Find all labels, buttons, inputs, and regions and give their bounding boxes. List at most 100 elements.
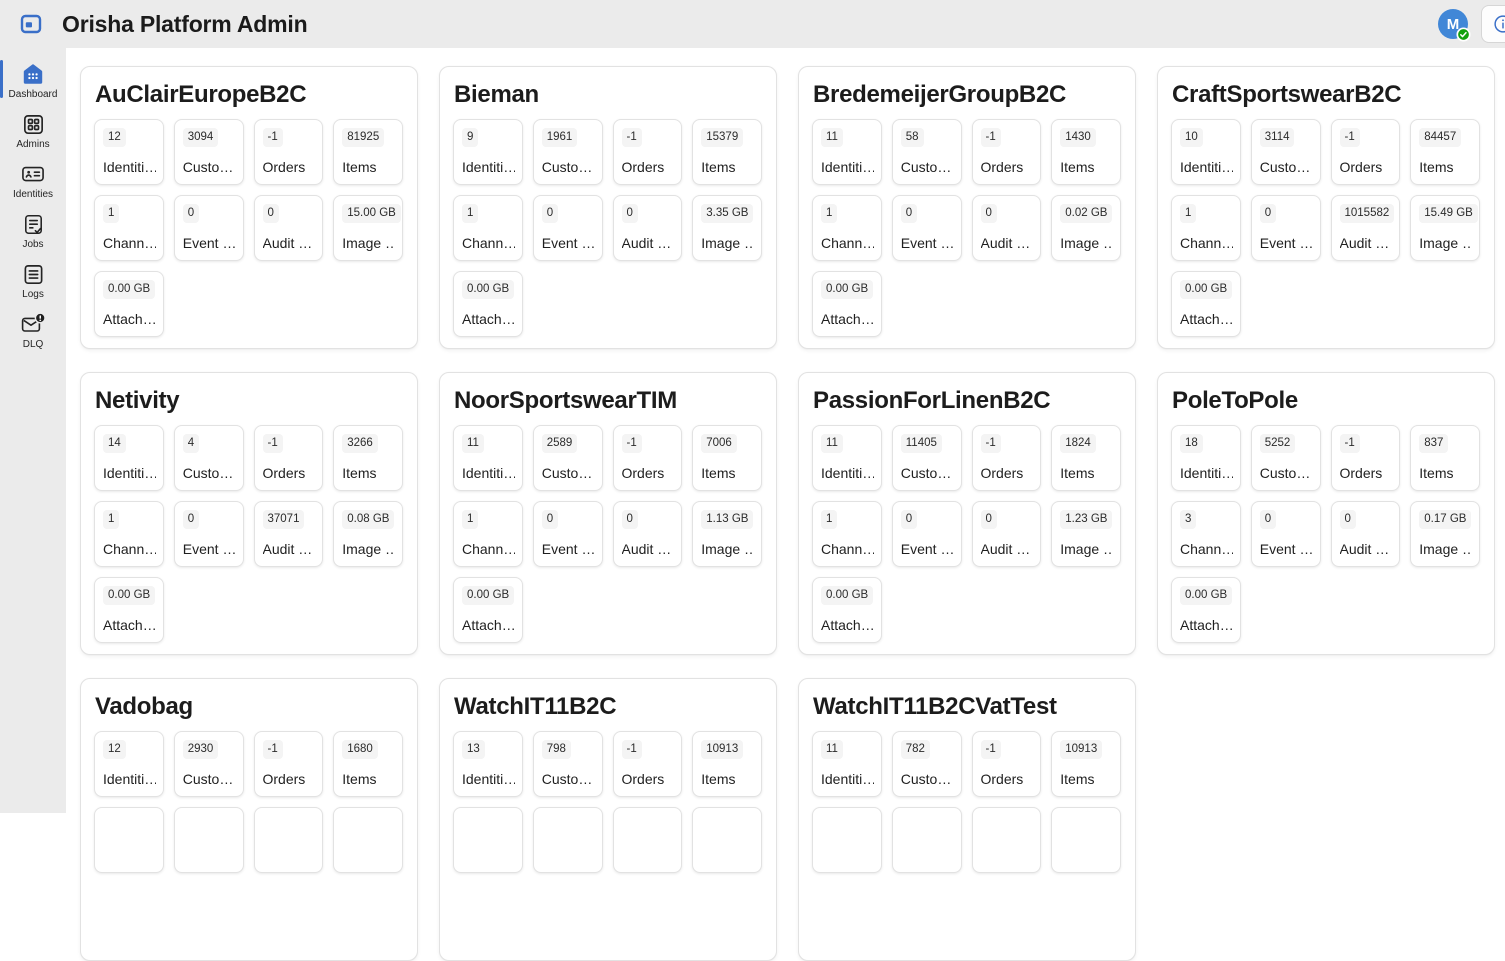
- stat-tile[interactable]: -1 Orders: [613, 425, 683, 491]
- stat-tile[interactable]: 12 Identiti…: [94, 731, 164, 797]
- stat-tile[interactable]: 3 Chann…: [1171, 501, 1241, 567]
- stat-tile[interactable]: 1.23 GB Image …: [1051, 501, 1121, 567]
- stat-tile[interactable]: [613, 807, 683, 873]
- stat-tile[interactable]: 0.02 GB Image …: [1051, 195, 1121, 261]
- stat-tile[interactable]: 4 Custo…: [174, 425, 244, 491]
- stat-tile[interactable]: 2589 Custo…: [533, 425, 603, 491]
- stat-tile[interactable]: 1430 Items: [1051, 119, 1121, 185]
- stat-tile[interactable]: [94, 807, 164, 873]
- stat-tile[interactable]: 1 Chann…: [812, 195, 882, 261]
- stat-tile[interactable]: 10 Identiti…: [1171, 119, 1241, 185]
- stat-tile[interactable]: 0.17 GB Image …: [1410, 501, 1480, 567]
- stat-tile[interactable]: 782 Custo…: [892, 731, 962, 797]
- stat-tile[interactable]: [453, 807, 523, 873]
- stat-tile[interactable]: 1680 Items: [333, 731, 403, 797]
- stat-tile[interactable]: 12 Identiti…: [94, 119, 164, 185]
- stat-tile[interactable]: -1 Orders: [254, 731, 324, 797]
- info-button[interactable]: [1481, 5, 1505, 43]
- stat-tile[interactable]: 10913 Items: [692, 731, 762, 797]
- stat-tile[interactable]: 0 Event …: [892, 501, 962, 567]
- stat-tile[interactable]: [254, 807, 324, 873]
- stat-tile[interactable]: 0 Audit …: [254, 195, 324, 261]
- stat-tile[interactable]: 0 Event …: [892, 195, 962, 261]
- stat-tile[interactable]: 1 Chann…: [1171, 195, 1241, 261]
- stat-tile[interactable]: 1961 Custo…: [533, 119, 603, 185]
- stat-tile[interactable]: 0 Event …: [533, 195, 603, 261]
- stat-tile[interactable]: [692, 807, 762, 873]
- stat-tile[interactable]: 0.00 GB Attach…: [453, 577, 523, 643]
- stat-tile[interactable]: 7006 Items: [692, 425, 762, 491]
- stat-tile[interactable]: 1824 Items: [1051, 425, 1121, 491]
- stat-tile[interactable]: 15.00 GB Image …: [333, 195, 403, 261]
- stat-tile[interactable]: 0 Audit …: [613, 501, 683, 567]
- sidebar-item-jobs[interactable]: Jobs: [0, 206, 66, 256]
- stat-tile[interactable]: 1 Chann…: [453, 501, 523, 567]
- stat-tile[interactable]: 0 Event …: [1251, 501, 1321, 567]
- stat-tile[interactable]: 11 Identiti…: [812, 731, 882, 797]
- stat-tile[interactable]: 0 Event …: [533, 501, 603, 567]
- stat-tile[interactable]: -1 Orders: [613, 119, 683, 185]
- stat-tile[interactable]: 15379 Items: [692, 119, 762, 185]
- stat-tile[interactable]: 0 Audit …: [1331, 501, 1401, 567]
- stat-tile[interactable]: 798 Custo…: [533, 731, 603, 797]
- stat-tile[interactable]: -1 Orders: [972, 119, 1042, 185]
- stat-tile[interactable]: -1 Orders: [613, 731, 683, 797]
- stat-tile[interactable]: 1 Chann…: [453, 195, 523, 261]
- stat-tile[interactable]: 5252 Custo…: [1251, 425, 1321, 491]
- stat-tile[interactable]: 837 Items: [1410, 425, 1480, 491]
- stat-tile[interactable]: 81925 Items: [333, 119, 403, 185]
- stat-tile[interactable]: [333, 807, 403, 873]
- stat-tile[interactable]: 0.00 GB Attach…: [812, 271, 882, 337]
- sidebar-item-logs[interactable]: Logs: [0, 256, 66, 306]
- stat-tile[interactable]: 13 Identiti…: [453, 731, 523, 797]
- stat-tile[interactable]: [533, 807, 603, 873]
- stat-tile[interactable]: 3.35 GB Image …: [692, 195, 762, 261]
- stat-tile[interactable]: 1.13 GB Image …: [692, 501, 762, 567]
- stat-tile[interactable]: [1051, 807, 1121, 873]
- stat-tile[interactable]: 58 Custo…: [892, 119, 962, 185]
- sidebar-item-dlq[interactable]: DLQ: [0, 306, 66, 356]
- stat-tile[interactable]: 11405 Custo…: [892, 425, 962, 491]
- stat-tile[interactable]: -1 Orders: [1331, 119, 1401, 185]
- stat-tile[interactable]: 1 Chann…: [812, 501, 882, 567]
- stat-tile[interactable]: 0.00 GB Attach…: [453, 271, 523, 337]
- stat-tile[interactable]: 0.00 GB Attach…: [94, 577, 164, 643]
- stat-tile[interactable]: 1015582 Audit …: [1331, 195, 1401, 261]
- stat-tile[interactable]: 0.00 GB Attach…: [1171, 271, 1241, 337]
- stat-tile[interactable]: -1 Orders: [254, 425, 324, 491]
- stat-tile[interactable]: 10913 Items: [1051, 731, 1121, 797]
- stat-tile[interactable]: 0 Audit …: [972, 501, 1042, 567]
- stat-tile[interactable]: 84457 Items: [1410, 119, 1480, 185]
- stat-tile[interactable]: 3094 Custo…: [174, 119, 244, 185]
- stat-tile[interactable]: 11 Identiti…: [812, 119, 882, 185]
- stat-tile[interactable]: 14 Identiti…: [94, 425, 164, 491]
- stat-tile[interactable]: 0 Event …: [174, 195, 244, 261]
- stat-tile[interactable]: 0 Event …: [174, 501, 244, 567]
- stat-tile[interactable]: [174, 807, 244, 873]
- stat-tile[interactable]: 0.00 GB Attach…: [94, 271, 164, 337]
- stat-tile[interactable]: 9 Identiti…: [453, 119, 523, 185]
- stat-tile[interactable]: 15.49 GB Image …: [1410, 195, 1480, 261]
- stat-tile[interactable]: 0.00 GB Attach…: [1171, 577, 1241, 643]
- stat-tile[interactable]: 18 Identiti…: [1171, 425, 1241, 491]
- stat-tile[interactable]: -1 Orders: [254, 119, 324, 185]
- stat-tile[interactable]: 0 Audit …: [613, 195, 683, 261]
- stat-tile[interactable]: -1 Orders: [972, 425, 1042, 491]
- stat-tile[interactable]: 3114 Custo…: [1251, 119, 1321, 185]
- sidebar-item-dashboard[interactable]: Dashboard: [0, 56, 66, 106]
- stat-tile[interactable]: [972, 807, 1042, 873]
- stat-tile[interactable]: 2930 Custo…: [174, 731, 244, 797]
- stat-tile[interactable]: 11 Identiti…: [453, 425, 523, 491]
- stat-tile[interactable]: 0.00 GB Attach…: [812, 577, 882, 643]
- stat-tile[interactable]: 3266 Items: [333, 425, 403, 491]
- stat-tile[interactable]: -1 Orders: [1331, 425, 1401, 491]
- stat-tile[interactable]: [812, 807, 882, 873]
- stat-tile[interactable]: 1 Chann…: [94, 195, 164, 261]
- stat-tile[interactable]: 0.08 GB Image …: [333, 501, 403, 567]
- stat-tile[interactable]: 1 Chann…: [94, 501, 164, 567]
- stat-tile[interactable]: 0 Audit …: [972, 195, 1042, 261]
- sidebar-item-identities[interactable]: Identities: [0, 156, 66, 206]
- stat-tile[interactable]: [892, 807, 962, 873]
- stat-tile[interactable]: 11 Identiti…: [812, 425, 882, 491]
- stat-tile[interactable]: -1 Orders: [972, 731, 1042, 797]
